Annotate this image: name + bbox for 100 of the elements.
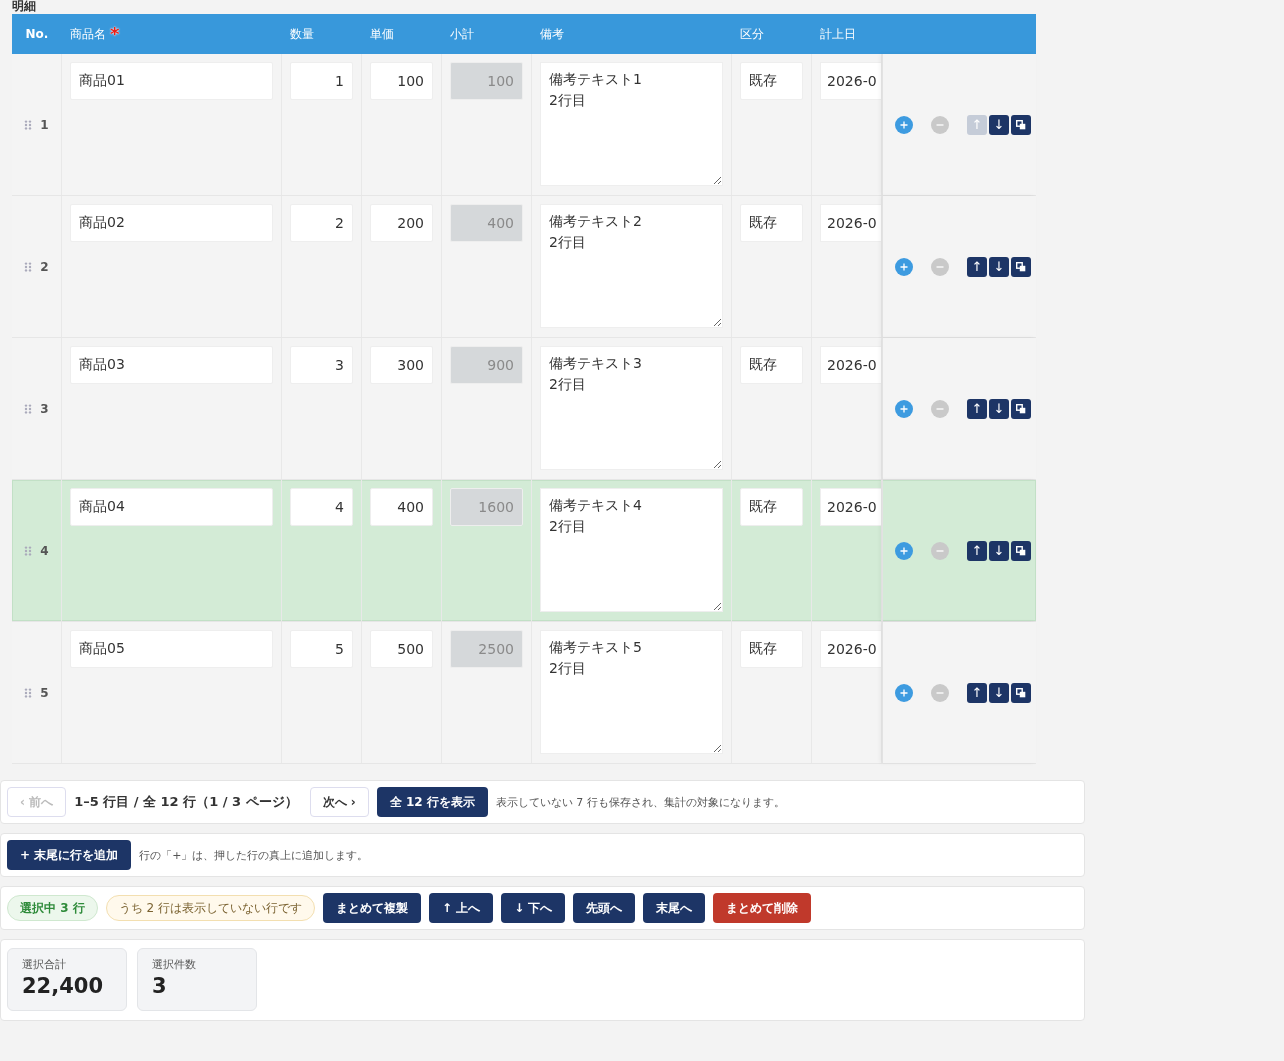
add-row-button[interactable] <box>895 399 913 418</box>
category-field[interactable]: 既存 <box>740 488 803 526</box>
minus-icon <box>936 549 944 552</box>
duplicate-button[interactable] <box>1011 256 1031 277</box>
category-field[interactable]: 既存 <box>740 204 803 242</box>
column-header: 区分 <box>740 25 764 43</box>
drag-handle-icon[interactable] <box>24 545 33 556</box>
quantity-field[interactable]: 3 <box>290 346 353 384</box>
plus-icon <box>900 262 908 271</box>
move-down-button[interactable]: ↓ <box>989 682 1009 703</box>
bulk-action-button[interactable]: ↓ 下へ <box>501 893 566 923</box>
bulk-action-button[interactable]: 先頭へ <box>573 893 636 923</box>
page-range: 1–5 行目 / 全 12 行（1 / 3 ページ） <box>74 793 298 811</box>
minus-icon <box>936 691 944 694</box>
date-field[interactable]: 2026-0 <box>820 346 881 384</box>
name-field[interactable]: 商品01 <box>70 62 273 100</box>
next-button[interactable]: 次へ › <box>309 787 369 817</box>
add-row-hint: 行の「+」は、押した行の真上に追加します。 <box>139 847 369 863</box>
column-header: 単価 <box>370 25 394 43</box>
row-number: 3 <box>40 401 49 416</box>
row-number: 2 <box>40 259 49 274</box>
column-header: 数量 <box>290 25 314 43</box>
add-row-button[interactable] <box>895 257 913 276</box>
quantity-field[interactable]: 5 <box>290 630 353 668</box>
bulk-action-button[interactable]: まとめて複製 <box>323 893 421 923</box>
note-field[interactable]: 備考テキスト2 2行目 <box>540 204 723 328</box>
name-field[interactable]: 商品04 <box>70 488 273 526</box>
copy-icon <box>1016 119 1026 130</box>
add-row-button[interactable] <box>895 115 913 134</box>
note-field[interactable]: 備考テキスト4 2行目 <box>540 488 723 612</box>
move-up-button[interactable]: ↑ <box>967 398 987 419</box>
price-field[interactable]: 400 <box>370 488 433 526</box>
date-field[interactable]: 2026-0 <box>820 204 881 242</box>
column-header: 商品名 <box>70 25 106 43</box>
duplicate-button[interactable] <box>1011 114 1031 135</box>
note-field[interactable]: 備考テキスト5 2行目 <box>540 630 723 754</box>
plus-icon <box>900 546 908 555</box>
name-field[interactable]: 商品03 <box>70 346 273 384</box>
required-mark: * <box>110 25 120 43</box>
drag-handle-icon[interactable] <box>24 403 33 414</box>
minus-icon <box>936 407 944 410</box>
move-down-button[interactable]: ↓ <box>989 256 1009 277</box>
bulk-action-button[interactable]: ↑ 上へ <box>429 893 494 923</box>
row-number: 1 <box>40 117 49 132</box>
row-number: 4 <box>40 543 49 558</box>
duplicate-button[interactable] <box>1011 540 1031 561</box>
duplicate-button[interactable] <box>1011 682 1031 703</box>
add-row-end-button[interactable]: + 末尾に行を追加 <box>7 840 132 870</box>
move-down-button[interactable]: ↓ <box>989 398 1009 419</box>
drag-handle-icon[interactable] <box>24 261 33 272</box>
move-up-button[interactable]: ↑ <box>967 256 987 277</box>
date-field[interactable]: 2026-0 <box>820 630 881 668</box>
summary-label: 選択合計 <box>22 957 67 972</box>
category-field[interactable]: 既存 <box>740 346 803 384</box>
hidden-rows-badge: うち 2 行は表示していない行です <box>105 895 315 921</box>
show-all-button[interactable]: 全 12 行を表示 <box>376 787 488 817</box>
price-field[interactable]: 500 <box>370 630 433 668</box>
date-field[interactable]: 2026-0 <box>820 62 881 100</box>
selected-count-badge: 選択中 3 行 <box>7 895 98 921</box>
copy-icon <box>1016 687 1026 698</box>
pagination-note: 表示していない 7 行も保存され、集計の対象になります。 <box>495 794 785 810</box>
quantity-field[interactable]: 1 <box>290 62 353 100</box>
price-field[interactable]: 300 <box>370 346 433 384</box>
column-header: 計上日 <box>820 25 856 43</box>
drag-handle-icon[interactable] <box>24 687 33 698</box>
column-header: 小計 <box>450 25 474 43</box>
move-down-button[interactable]: ↓ <box>989 540 1009 561</box>
move-down-button[interactable]: ↓ <box>989 114 1009 135</box>
quantity-field[interactable]: 4 <box>290 488 353 526</box>
plus-icon <box>900 404 908 413</box>
copy-icon <box>1016 545 1026 556</box>
add-row-button[interactable] <box>895 683 913 702</box>
column-header: No. <box>25 27 49 41</box>
price-field[interactable]: 100 <box>370 62 433 100</box>
summary-value: 22,400 <box>22 974 105 998</box>
quantity-field[interactable]: 2 <box>290 204 353 242</box>
move-up-button[interactable]: ↑ <box>967 682 987 703</box>
row-number: 5 <box>40 685 49 700</box>
plus-icon <box>900 688 908 697</box>
add-row-button[interactable] <box>895 541 913 560</box>
section-title: 明細 <box>11 0 37 12</box>
name-field[interactable]: 商品05 <box>70 630 273 668</box>
drag-handle-icon[interactable] <box>24 119 33 130</box>
move-up-button[interactable]: ↑ <box>967 540 987 561</box>
minus-icon <box>936 123 944 126</box>
date-field[interactable]: 2026-0 <box>820 488 881 526</box>
duplicate-button[interactable] <box>1011 398 1031 419</box>
name-field[interactable]: 商品02 <box>70 204 273 242</box>
category-field[interactable]: 既存 <box>740 62 803 100</box>
price-field[interactable]: 200 <box>370 204 433 242</box>
bulk-delete-button[interactable]: まとめて削除 <box>713 893 812 923</box>
category-field[interactable]: 既存 <box>740 630 803 668</box>
note-field[interactable]: 備考テキスト3 2行目 <box>540 346 723 470</box>
minus-icon <box>936 265 944 268</box>
summary-label: 選択件数 <box>152 957 197 972</box>
note-field[interactable]: 備考テキスト1 2行目 <box>540 62 723 186</box>
column-header: 備考 <box>540 25 564 43</box>
summary-value: 3 <box>152 974 168 998</box>
copy-icon <box>1016 403 1026 414</box>
bulk-action-button[interactable]: 末尾へ <box>643 893 706 923</box>
